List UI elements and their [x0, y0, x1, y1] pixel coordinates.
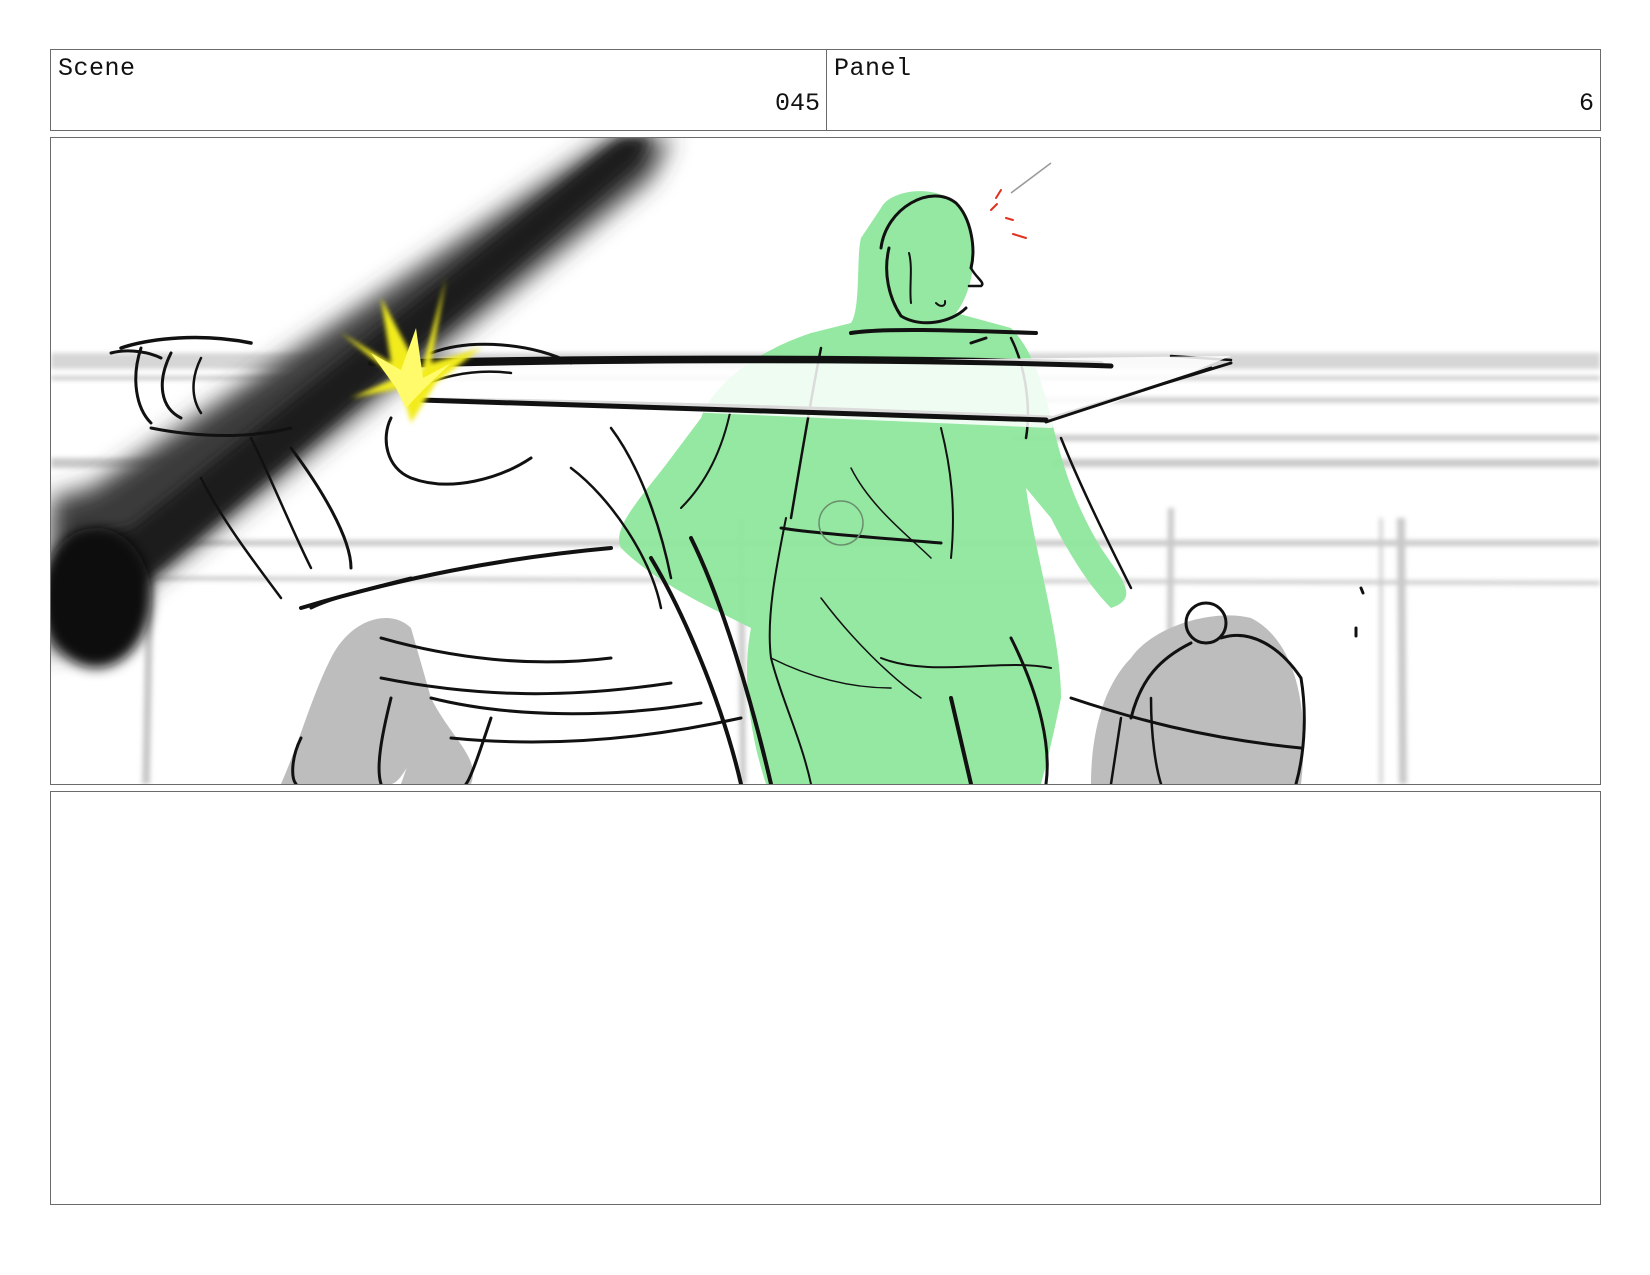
speed-line [1010, 162, 1052, 194]
highlighted-figure [619, 191, 1127, 784]
storyboard-frame [50, 137, 1601, 785]
scene-label: Scene [58, 54, 136, 83]
panel-number: 6 [1578, 89, 1594, 118]
panel-cell: Panel 6 [826, 49, 1601, 131]
scene-cell: Scene 045 [50, 49, 827, 131]
panel-label: Panel [834, 54, 912, 83]
scene-number: 045 [774, 89, 820, 118]
notes-area [50, 791, 1601, 1205]
hit-marks [990, 189, 1027, 239]
storyboard-sketch [51, 138, 1600, 784]
